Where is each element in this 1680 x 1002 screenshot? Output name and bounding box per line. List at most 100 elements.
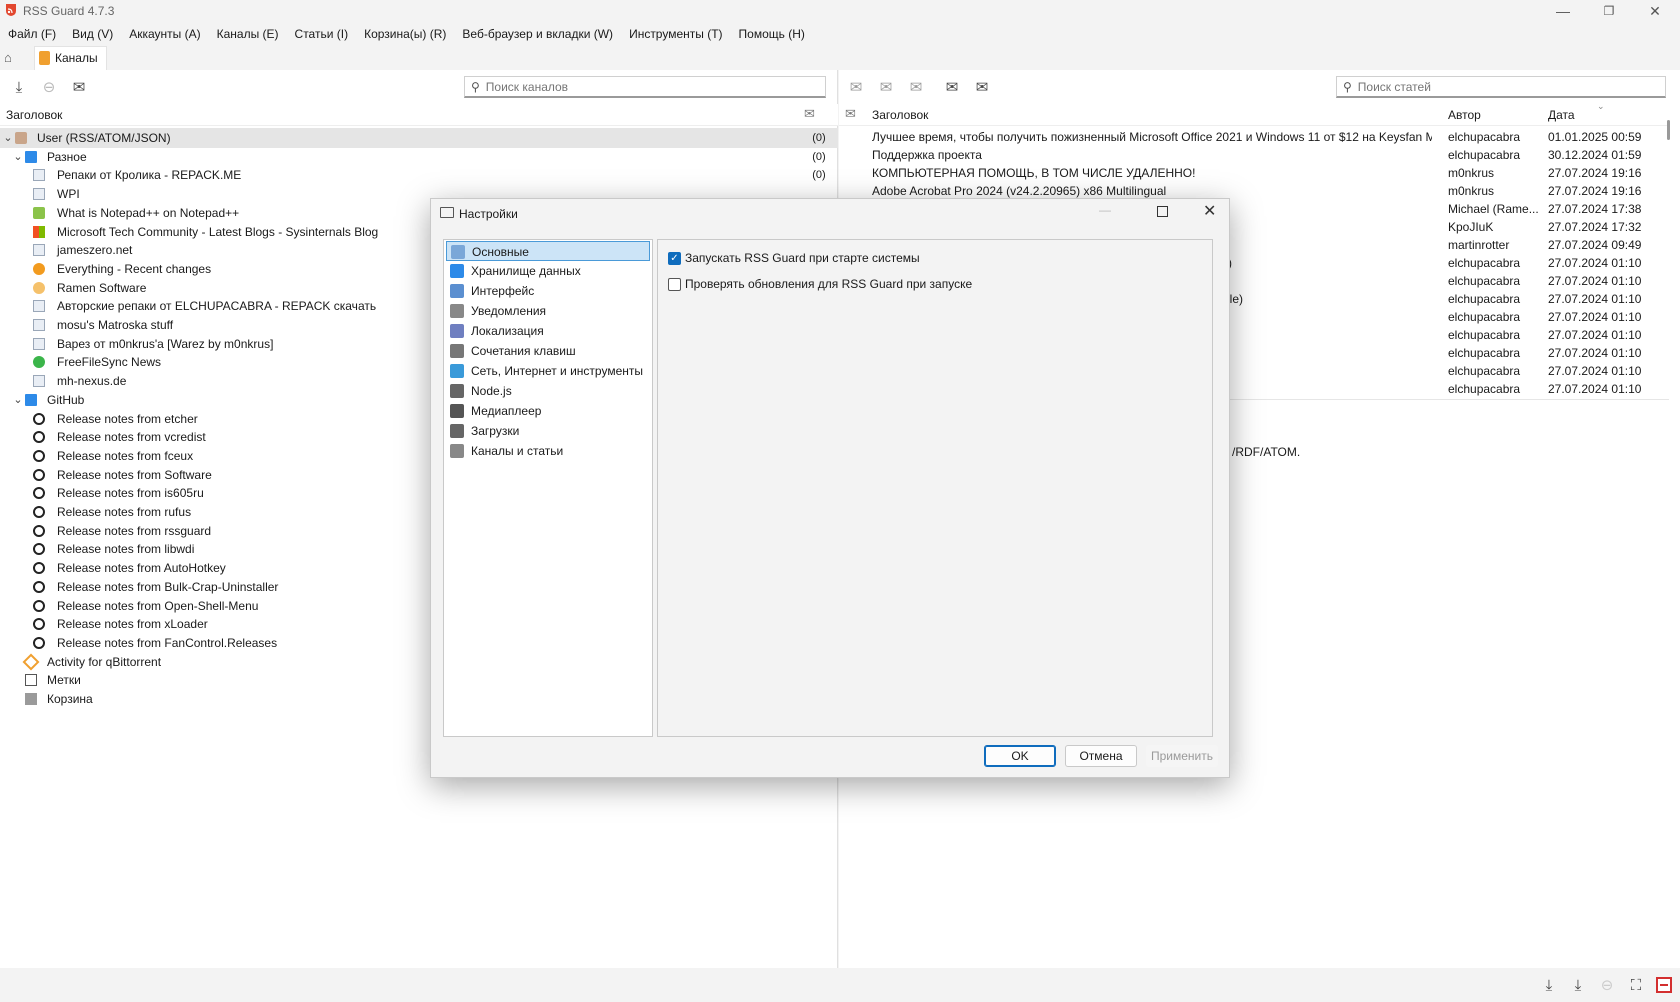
settings-nav-item[interactable]: Локализация [446, 321, 650, 341]
folder-icon-glyph [25, 150, 37, 163]
ok-button[interactable]: OK [984, 745, 1056, 767]
envelope-down-icon: ✉ [945, 79, 959, 96]
settings-nav-item[interactable]: Загрузки [446, 421, 650, 441]
dialog-close-button[interactable]: ✕ [1203, 201, 1216, 221]
apply-button[interactable]: Применить [1146, 745, 1218, 767]
tab-feeds[interactable]: Каналы [34, 46, 107, 70]
article-row[interactable]: КОМПЬЮТЕРНАЯ ПОМОЩЬ, В ТОМ ЧИСЛЕ УДАЛЕНН… [839, 164, 1659, 182]
qbittorrent-icon [22, 653, 40, 671]
settings-nav-item[interactable]: Хранилище данных [446, 261, 650, 281]
feed-label: Метки [47, 673, 81, 688]
feeds-search[interactable]: ⚲ [464, 76, 826, 98]
feed-label: Release notes from Bulk-Crap-Uninstaller [57, 579, 279, 594]
article-row[interactable]: Лучшее время, чтобы получить пожизненный… [839, 128, 1659, 146]
feed-tree-row[interactable]: ⌄ User (RSS/ATOM/JSON) (0) [0, 128, 838, 148]
mark-all-unread-button[interactable]: ✉ [971, 76, 993, 98]
home-icon[interactable]: ⌂ [4, 50, 20, 66]
chevron-down-icon[interactable]: ⌄ [11, 150, 25, 164]
check-updates-checkbox[interactable] [668, 278, 681, 291]
chevron-down-icon[interactable]: ⌄ [11, 393, 25, 407]
menu-web-browser[interactable]: Веб-браузер и вкладки (W) [454, 24, 621, 46]
bell-icon [450, 304, 464, 318]
account-icon-glyph [15, 132, 27, 144]
close-window-button[interactable]: ✕ [1632, 0, 1678, 22]
settings-nav-item[interactable]: Уведомления [446, 301, 650, 321]
language-icon [450, 324, 464, 338]
github-icon [32, 449, 46, 463]
general-icon [451, 245, 465, 259]
tab-strip: ⌂ Каналы [0, 46, 1680, 70]
feed-label: jameszero.net [57, 243, 133, 258]
minimize-button[interactable]: — [1540, 0, 1586, 22]
settings-nav-label: Медиаплеер [471, 404, 542, 418]
update-all-feeds-button[interactable]: ⤓ [8, 76, 30, 98]
settings-nav-item[interactable]: Каналы и статьи [446, 441, 650, 461]
settings-nav-item[interactable]: Сеть, Интернет и инструменты [446, 361, 650, 381]
menu-recycle-bins[interactable]: Корзина(ы) (R) [356, 24, 454, 46]
settings-nav-label: Загрузки [471, 424, 520, 438]
autostart-checkbox[interactable]: ✓ [668, 252, 681, 265]
menu-file[interactable]: Файл (F) [0, 24, 64, 46]
restore-button[interactable]: ❐ [1586, 0, 1632, 22]
update-all-status-button[interactable]: ⤓ [1538, 974, 1560, 996]
notepad-icon [32, 206, 46, 220]
menu-articles[interactable]: Статьи (I) [287, 24, 357, 46]
quit-button[interactable] [1656, 977, 1672, 993]
settings-nav-item[interactable]: Сочетания клавиш [446, 341, 650, 361]
menu-tools[interactable]: Инструменты (T) [621, 24, 730, 46]
feeds-search-input[interactable] [485, 79, 805, 94]
settings-nav-label: Каналы и статьи [471, 444, 564, 458]
microsoft-icon [32, 225, 46, 239]
github-icon-glyph [33, 636, 45, 649]
fullscreen-button[interactable]: ⛶ [1625, 974, 1647, 996]
dialog-maximize-button[interactable] [1157, 206, 1168, 217]
unread-count: (0) [812, 150, 826, 163]
update-selected-status-button[interactable]: ⤓ [1567, 974, 1589, 996]
feeds-column-title[interactable]: Заголовок [6, 108, 62, 122]
settings-nav-item[interactable]: Интерфейс [446, 281, 650, 301]
stop-status-button[interactable]: ⊖ [1596, 974, 1618, 996]
mark-article-read-button[interactable]: ✉ [845, 76, 867, 98]
menu-view[interactable]: Вид (V) [64, 24, 121, 46]
menu-feeds[interactable]: Каналы (E) [209, 24, 287, 46]
keyboard-icon [450, 344, 464, 358]
column-date[interactable]: Дата [1548, 108, 1575, 122]
feed-tree-row[interactable]: ⌄ Разное (0) [0, 147, 838, 167]
article-date: 27.07.2024 19:16 [1548, 166, 1642, 180]
menu-help[interactable]: Помощь (H) [731, 24, 813, 46]
feed-icon-glyph [33, 319, 45, 331]
feed-icon-glyph [33, 337, 45, 350]
mark-all-read-button[interactable]: ✉ [941, 76, 963, 98]
github-icon [32, 580, 46, 594]
mark-read-button[interactable]: ✉ [68, 76, 90, 98]
settings-nav-label: Сеть, Интернет и инструменты [471, 364, 643, 378]
github-icon-glyph [33, 580, 45, 593]
settings-nav-label: Уведомления [471, 304, 547, 318]
article-author: elchupacabra [1448, 310, 1521, 324]
articles-scrollbar[interactable] [1667, 120, 1670, 140]
settings-nav-item[interactable]: Node.js [446, 381, 650, 401]
feed-label: User (RSS/ATOM/JSON) [37, 131, 171, 145]
articles-search-input[interactable] [1357, 79, 1648, 94]
feed-label: Release notes from libwdi [57, 542, 195, 557]
feed-tree-row[interactable]: Репаки от Кролика - REPACK.ME (0) [0, 165, 838, 185]
settings-nav-item[interactable]: Основные [446, 241, 650, 261]
github-icon-glyph [33, 468, 45, 481]
column-author[interactable]: Автор [1448, 108, 1481, 122]
mark-article-unread-button[interactable]: ✉ [875, 76, 897, 98]
delete-article-button[interactable]: ✉ [905, 76, 927, 98]
settings-nav-item[interactable]: Медиаплеер [446, 401, 650, 421]
settings-nav-label: Интерфейс [471, 284, 535, 298]
article-author: elchupacabra [1448, 274, 1521, 288]
articles-search[interactable]: ⚲ [1336, 76, 1666, 98]
stop-update-button[interactable]: ⊖ [38, 76, 60, 98]
article-date: 27.07.2024 01:10 [1548, 274, 1642, 288]
column-title[interactable]: Заголовок [872, 108, 928, 122]
menu-accounts[interactable]: Аккаунты (A) [121, 24, 208, 46]
trash-icon [24, 692, 38, 706]
envelope-delete-icon: ✉ [909, 79, 923, 96]
cancel-button[interactable]: Отмена [1065, 745, 1137, 767]
article-row[interactable]: Поддержка проекта elchupacabra 30.12.2024 … [839, 146, 1659, 164]
microsoft-icon-glyph [33, 225, 45, 238]
chevron-down-icon[interactable]: ⌄ [1, 131, 15, 145]
